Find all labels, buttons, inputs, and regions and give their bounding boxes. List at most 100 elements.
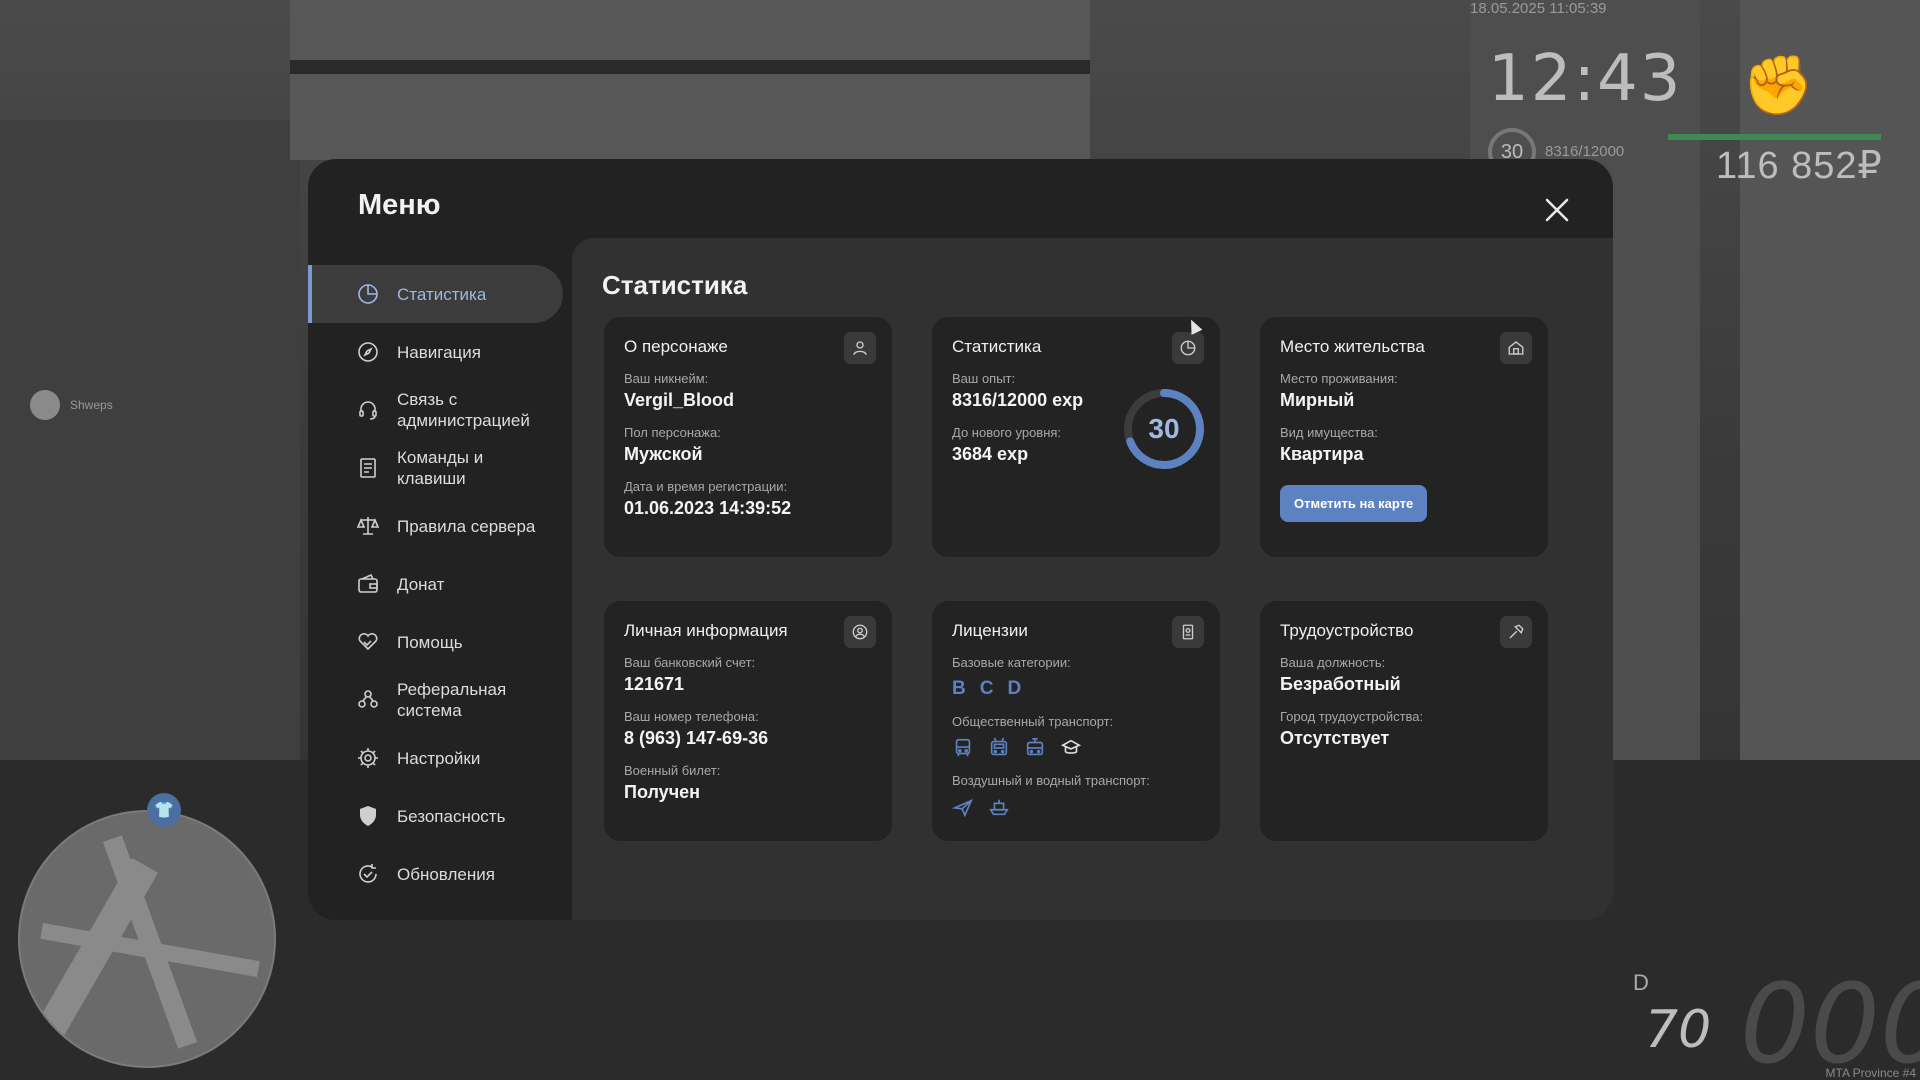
hud-exp: 8316/12000 <box>1545 143 1625 160</box>
menu-window: Меню Статистика Навигация Связь с админи… <box>308 159 1613 920</box>
property-label: Вид имущества: <box>1280 425 1378 440</box>
position-label: Ваша должность: <box>1280 655 1386 670</box>
bank-label: Ваш банковский счет: <box>624 655 756 670</box>
refresh-check-icon <box>356 862 380 886</box>
public-transport-label: Общественный транспорт: <box>952 714 1114 729</box>
card-title: О персонаже <box>624 337 728 356</box>
place-value: Мирный <box>1280 390 1355 410</box>
gear-icon <box>356 746 380 770</box>
shirt-icon: 👕 <box>147 793 181 827</box>
category-c: C <box>979 678 994 699</box>
menu-title: Меню <box>358 189 441 221</box>
card-stats: Статистика Ваш опыт: 8316/12000 exp До н… <box>932 317 1220 557</box>
category-b: B <box>952 678 966 699</box>
hud-health-bar <box>1668 134 1881 140</box>
employment-city-value: Отсутствует <box>1280 728 1390 748</box>
license-categories: B C D <box>952 678 1200 700</box>
sidebar-item-statistics[interactable]: Статистика <box>308 265 563 323</box>
scales-icon <box>356 514 380 538</box>
hud-money: 116 852₽ <box>1716 145 1883 187</box>
license-badge-icon <box>1172 616 1204 648</box>
sidebar-item-label: Навигация <box>397 342 481 362</box>
sidebar-item-help[interactable]: Помощь <box>308 613 573 671</box>
air-water-icons <box>952 796 1200 818</box>
card-residence: Место жительства Место проживания: Мирны… <box>1260 317 1548 557</box>
sidebar-item-settings[interactable]: Настройки <box>308 729 573 787</box>
hud-player-tag: Shweps <box>30 390 113 420</box>
sidebar-item-navigation[interactable]: Навигация <box>308 323 573 381</box>
card-title: Статистика <box>952 337 1042 356</box>
sidebar-item-rules[interactable]: Правила сервера <box>308 497 573 555</box>
fist-icon: ✊ <box>1742 53 1815 118</box>
sidebar-item-label: Связь с администрацией <box>397 390 530 430</box>
bus-icon <box>952 737 974 759</box>
registration-label: Дата и время регистрации: <box>624 479 788 494</box>
cap-icon <box>1060 737 1082 759</box>
hud-speedometer: 000 <box>1740 960 1920 1080</box>
card-title: Место жительства <box>1280 337 1425 356</box>
sidebar-item-security[interactable]: Безопасность <box>308 787 573 845</box>
military-label: Военный билет: <box>624 763 721 778</box>
close-button[interactable] <box>1539 192 1575 228</box>
card-employment: Трудоустройство Ваша должность: Безработ… <box>1260 601 1548 841</box>
registration-value: 01.06.2023 14:39:52 <box>624 498 792 518</box>
nickname-label: Ваш никнейм: <box>624 371 709 386</box>
minimap <box>18 810 276 1068</box>
property-value: Квартира <box>1280 444 1364 464</box>
airplane-icon <box>952 796 974 818</box>
people-icon <box>356 688 380 712</box>
hud-speed: 70 <box>1645 1000 1712 1060</box>
chart-pie-icon <box>1172 332 1204 364</box>
level-number: 30 <box>1148 413 1180 444</box>
content-title: Статистика <box>602 270 748 300</box>
sidebar-item-label: Настройки <box>397 748 481 768</box>
trolleybus-icon <box>988 737 1010 759</box>
air-water-label: Воздушный и водный транспорт: <box>952 773 1150 788</box>
sidebar-item-label: Статистика <box>397 284 487 304</box>
avatar <box>30 390 60 420</box>
shield-icon <box>356 804 380 828</box>
boat-icon <box>988 796 1010 818</box>
headset-icon <box>356 398 380 422</box>
bank-value: 121671 <box>624 674 685 694</box>
gender-label: Пол персонажа: <box>624 425 721 440</box>
server-name: MTA Province #4 <box>1825 1066 1916 1080</box>
hud-datetime: 18.05.2025 11:05:39 <box>1470 0 1607 17</box>
sidebar-item-donate[interactable]: Донат <box>308 555 573 613</box>
phone-value: 8 (963) 147-69-36 <box>624 728 769 748</box>
hud-clock: 12:43 <box>1488 42 1683 116</box>
card-character: О персонаже Ваш никнейм: Vergil_Blood По… <box>604 317 892 557</box>
sidebar-item-label: Реферальная система <box>397 680 507 720</box>
sidebar-item-label: Безопасность <box>397 806 506 826</box>
house-icon <box>1500 332 1532 364</box>
sidebar-item-admin-contact[interactable]: Связь с администрацией <box>308 381 573 439</box>
user-circle-icon <box>844 616 876 648</box>
document-list-icon <box>356 456 380 480</box>
exp-label: Ваш опыт: <box>952 371 1016 386</box>
mark-on-map-button[interactable]: Отметить на карте <box>1280 485 1428 522</box>
public-transport-icons <box>952 737 1200 759</box>
sidebar-item-label: Обновления <box>397 864 495 884</box>
sidebar-item-label: Донат <box>397 574 445 594</box>
sidebar-item-label: Правила сервера <box>397 516 536 536</box>
sidebar: Статистика Навигация Связь с администрац… <box>308 265 573 903</box>
card-title: Лицензии <box>952 621 1028 640</box>
sidebar-item-label: Помощь <box>397 632 463 652</box>
gender-value: Мужской <box>624 444 703 464</box>
sidebar-item-commands[interactable]: Команды и клавиши <box>308 439 573 497</box>
place-label: Место проживания: <box>1280 371 1398 386</box>
heart-hand-icon <box>356 630 380 654</box>
sidebar-item-updates[interactable]: Обновления <box>308 845 573 903</box>
hammer-icon <box>1500 616 1532 648</box>
military-value: Получен <box>624 782 701 802</box>
sidebar-item-referral[interactable]: Реферальная система <box>308 671 573 729</box>
card-title: Личная информация <box>624 621 788 640</box>
wallet-icon <box>356 572 380 596</box>
card-title: Трудоустройство <box>1280 621 1414 640</box>
chart-pie-icon <box>356 282 380 306</box>
close-icon <box>1545 198 1569 222</box>
compass-icon <box>356 340 380 364</box>
user-icon <box>844 332 876 364</box>
employment-city-label: Город трудоустройства: <box>1280 709 1424 724</box>
card-licenses: Лицензии Базовые категории: B C D Общест… <box>932 601 1220 841</box>
